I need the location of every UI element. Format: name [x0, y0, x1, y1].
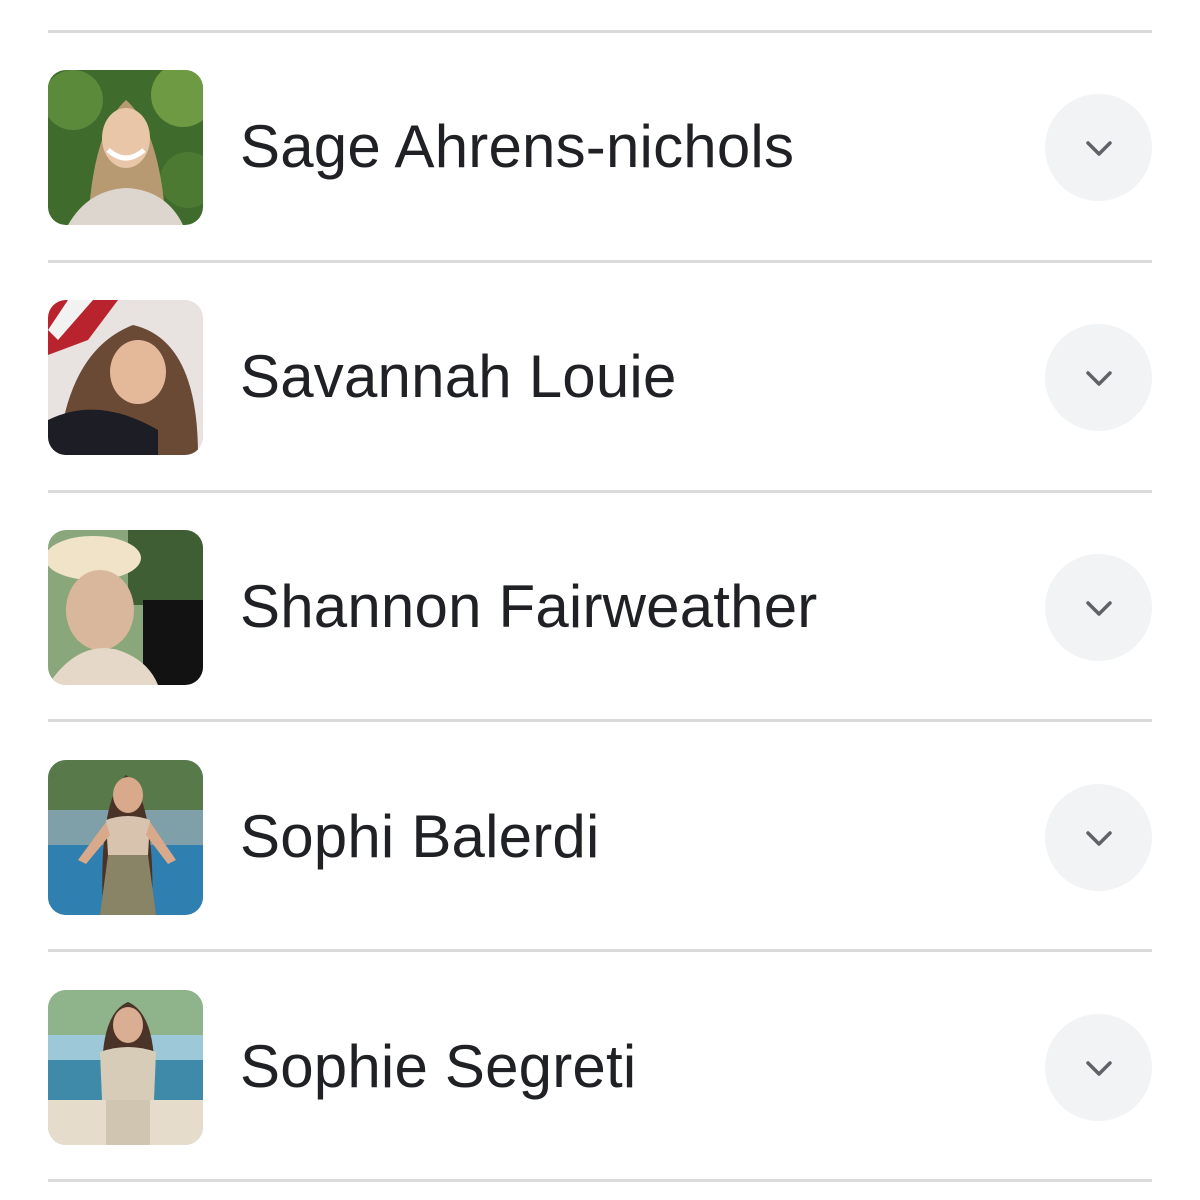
chevron-down-icon — [1085, 1060, 1112, 1076]
divider — [48, 1179, 1152, 1182]
list-item[interactable]: Sage Ahrens-nichols — [48, 32, 1152, 259]
avatar — [48, 990, 203, 1145]
person-name: Shannon Fairweather — [240, 573, 818, 640]
avatar — [48, 300, 203, 455]
list-item[interactable]: Shannon Fairweather — [48, 492, 1152, 719]
chevron-down-icon — [1085, 140, 1112, 156]
list-item[interactable]: Savannah Louie — [48, 262, 1152, 489]
chevron-down-icon — [1085, 830, 1112, 846]
people-list: Sage Ahrens-nichols Savannah Louie Shann… — [0, 0, 1200, 1200]
avatar — [48, 530, 203, 685]
expand-button[interactable] — [1045, 554, 1152, 661]
person-name: Sophi Balerdi — [240, 803, 600, 870]
person-name: Sophie Segreti — [240, 1033, 637, 1100]
avatar — [48, 760, 203, 915]
expand-button[interactable] — [1045, 94, 1152, 201]
chevron-down-icon — [1085, 600, 1112, 616]
expand-button[interactable] — [1045, 1014, 1152, 1121]
list-item[interactable]: Sophie Segreti — [48, 952, 1152, 1179]
list-item[interactable]: Sophi Balerdi — [48, 722, 1152, 949]
person-name: Sage Ahrens-nichols — [240, 113, 795, 180]
chevron-down-icon — [1085, 370, 1112, 386]
expand-button[interactable] — [1045, 324, 1152, 431]
avatar — [48, 70, 203, 225]
person-name: Savannah Louie — [240, 343, 677, 410]
expand-button[interactable] — [1045, 784, 1152, 891]
